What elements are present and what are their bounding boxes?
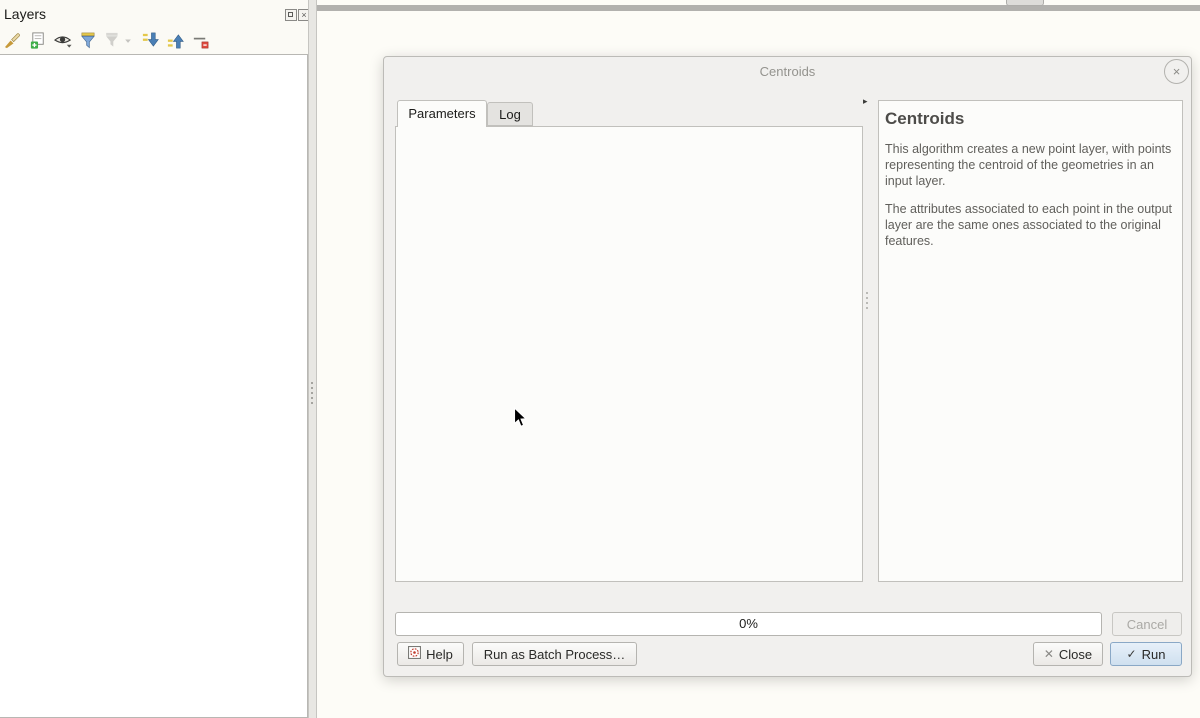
add-group-icon[interactable] [27, 30, 49, 50]
help-heading: Centroids [885, 109, 1176, 129]
layers-list[interactable] [0, 54, 308, 718]
layers-panel: Layers × [0, 0, 308, 718]
run-as-batch-button[interactable]: Run as Batch Process… [472, 642, 637, 666]
layers-toolbar [2, 29, 211, 51]
close-label: Close [1059, 647, 1092, 662]
top-toolbar-strip [310, 5, 1200, 11]
help-paragraph: This algorithm creates a new point layer… [885, 141, 1181, 189]
cancel-button: Cancel [1112, 612, 1182, 636]
top-tab-fragment [1006, 0, 1044, 6]
close-icon: × [1173, 64, 1181, 79]
collapse-help-arrow-icon[interactable]: ▸ [863, 96, 868, 107]
layers-panel-title: Layers [4, 6, 46, 22]
parameters-panel [395, 126, 863, 582]
dialog-title: Centroids [383, 64, 1192, 79]
dialog-close-button[interactable]: × [1164, 59, 1189, 84]
cancel-label: Cancel [1127, 617, 1167, 632]
close-icon: × [301, 10, 306, 20]
mouse-cursor [513, 407, 528, 434]
close-button[interactable]: ✕ Close [1033, 642, 1103, 666]
panel-splitter[interactable] [308, 0, 317, 718]
help-button[interactable]: Help [397, 642, 464, 666]
filter-legend-by-expression-icon[interactable] [102, 30, 136, 50]
help-paragraph: The attributes associated to each point … [885, 201, 1181, 249]
tab-parameters[interactable]: Parameters [397, 100, 487, 127]
splitter-grip [311, 382, 313, 404]
undock-icon [288, 12, 293, 17]
manage-map-themes-icon[interactable] [52, 30, 74, 50]
batch-label: Run as Batch Process… [484, 647, 626, 662]
help-panel: Centroids This algorithm creates a new p… [878, 100, 1183, 582]
collapse-all-icon[interactable] [164, 30, 186, 50]
help-icon [408, 646, 421, 662]
run-button[interactable]: ✓ Run [1110, 642, 1182, 666]
progress-bar: 0% [395, 612, 1102, 636]
dialog-splitter-grip[interactable] [866, 292, 868, 309]
expand-all-icon[interactable] [139, 30, 161, 50]
tab-log[interactable]: Log [487, 102, 533, 126]
check-icon: ✓ [1127, 647, 1137, 661]
close-x-icon: ✕ [1044, 647, 1054, 661]
remove-layer-group-icon[interactable] [189, 30, 211, 50]
open-layer-styling-icon[interactable] [2, 30, 24, 50]
help-label: Help [426, 647, 453, 662]
filter-legend-icon[interactable] [77, 30, 99, 50]
run-label: Run [1142, 647, 1166, 662]
layers-panel-undock-button[interactable] [285, 9, 297, 21]
